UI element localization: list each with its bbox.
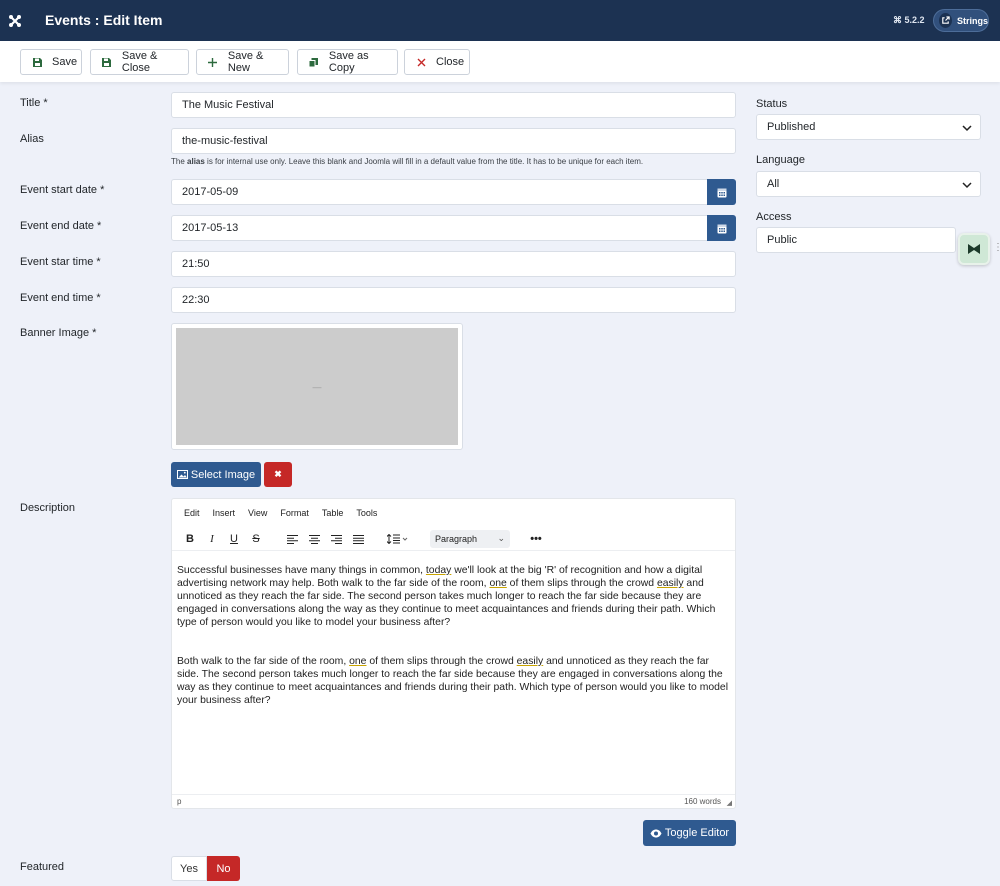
align-justify-icon[interactable] <box>350 531 366 547</box>
toolbar: Save Save & Close Save & New Save as Cop… <box>0 41 1000 82</box>
alias-hint: The alias is for internal use only. Leav… <box>171 157 644 166</box>
language-label: Language <box>756 154 805 166</box>
banner-image-label: Banner Image * <box>20 327 97 339</box>
select-image-button[interactable]: Select Image <box>171 462 261 487</box>
access-label: Access <box>756 211 792 223</box>
editor-statusbar: p 160 words ◢ <box>172 794 735 808</box>
featured-no-option[interactable]: No <box>207 856 240 881</box>
end-date-calendar-button[interactable] <box>707 215 736 241</box>
clear-image-button[interactable]: ✖ <box>264 462 292 487</box>
close-icon <box>415 56 427 68</box>
alias-input[interactable]: the-music-festival <box>171 128 736 154</box>
element-path[interactable]: p <box>177 797 181 806</box>
save-icon <box>101 56 113 68</box>
word-count: 160 words <box>684 797 721 806</box>
toggle-editor-button[interactable]: Toggle Editor <box>643 820 736 846</box>
more-icon[interactable]: ••• <box>528 531 544 547</box>
end-date-input[interactable]: 2017-05-13 <box>171 215 708 241</box>
banner-image-preview: — <box>171 323 463 450</box>
resize-handle-icon[interactable]: ◢ <box>727 799 732 807</box>
image-icon <box>176 470 188 479</box>
title-input[interactable]: The Music Festival <box>171 92 736 118</box>
menu-table[interactable]: Table <box>322 508 344 518</box>
status-select[interactable]: Published <box>756 114 981 140</box>
editor-paragraph: Successful businesses have many things i… <box>177 565 716 628</box>
access-select[interactable]: Public <box>756 227 956 253</box>
menu-format[interactable]: Format <box>280 508 309 518</box>
eye-icon <box>650 829 662 837</box>
end-time-label: Event end time * <box>20 292 101 304</box>
calendar-icon <box>717 224 726 233</box>
align-right-icon[interactable] <box>328 531 344 547</box>
joomla-logo-icon[interactable] <box>0 0 30 41</box>
calendar-icon <box>717 188 726 197</box>
close-button[interactable]: Close <box>404 49 470 75</box>
menu-edit[interactable]: Edit <box>184 508 200 518</box>
page-title: Events : Edit Item <box>45 12 163 28</box>
rich-text-editor: Edit Insert View Format Table Tools B I … <box>171 498 736 809</box>
save-copy-button[interactable]: Save as Copy <box>297 49 398 75</box>
save-button[interactable]: Save <box>20 49 82 75</box>
chevron-down-icon: ⌄ <box>497 533 505 543</box>
featured-toggle: Yes No <box>171 856 240 881</box>
description-label: Description <box>20 502 76 514</box>
end-time-input[interactable]: 22:30 <box>171 287 736 313</box>
editor-menubar: Edit Insert View Format Table Tools <box>184 508 377 518</box>
save-icon <box>31 56 43 68</box>
bookmark-icon <box>968 244 980 254</box>
featured-yes-option[interactable]: Yes <box>171 856 207 881</box>
line-height-icon[interactable] <box>386 531 410 547</box>
start-time-input[interactable]: 21:50 <box>171 251 736 277</box>
plus-icon <box>207 56 219 68</box>
save-new-button[interactable]: Save & New <box>196 49 289 75</box>
alias-label: Alias <box>20 133 44 145</box>
chevron-down-icon <box>962 125 972 132</box>
external-link-icon <box>939 13 952 28</box>
drag-handle-icon[interactable]: ⋮⋮ <box>993 242 1000 253</box>
editor-toolbar: B I U S Paragraph ⌄ ••• <box>172 527 735 551</box>
save-close-button[interactable]: Save & Close <box>90 49 189 75</box>
align-center-icon[interactable] <box>306 531 322 547</box>
italic-icon[interactable]: I <box>204 531 220 547</box>
align-left-icon[interactable] <box>284 531 300 547</box>
editor-paragraph: Both walk to the far side of the room, o… <box>177 656 729 706</box>
bold-icon[interactable]: B <box>182 531 198 547</box>
copy-icon <box>308 56 320 68</box>
menu-view[interactable]: View <box>248 508 267 518</box>
status-label: Status <box>756 98 788 110</box>
app-header: Events : Edit Item ⌘ 5.2.2 Strings <box>0 0 1000 41</box>
language-select[interactable]: All <box>756 171 981 197</box>
featured-label: Featured <box>20 861 65 873</box>
start-date-input[interactable]: 2017-05-09 <box>171 179 708 205</box>
version-label: ⌘ 5.2.2 <box>893 15 925 25</box>
strikethrough-icon[interactable]: S <box>248 531 264 547</box>
floating-bookmark-button[interactable] <box>958 233 990 265</box>
image-placeholder: — <box>176 328 458 445</box>
strings-label: Strings <box>956 15 988 26</box>
start-date-label: Event start date * <box>20 184 105 196</box>
underline-icon[interactable]: U <box>226 531 242 547</box>
chevron-down-icon <box>962 182 972 189</box>
menu-insert[interactable]: Insert <box>213 508 236 518</box>
start-time-label: Event star time * <box>20 256 101 268</box>
menu-tools[interactable]: Tools <box>356 508 377 518</box>
title-label: Title * <box>20 97 48 109</box>
editor-content[interactable]: Successful businesses have many things i… <box>177 564 732 733</box>
end-date-label: Event end date * <box>20 220 102 232</box>
strings-button[interactable]: Strings <box>933 9 989 32</box>
start-date-calendar-button[interactable] <box>707 179 736 205</box>
paragraph-format-select[interactable]: Paragraph ⌄ <box>430 530 510 548</box>
